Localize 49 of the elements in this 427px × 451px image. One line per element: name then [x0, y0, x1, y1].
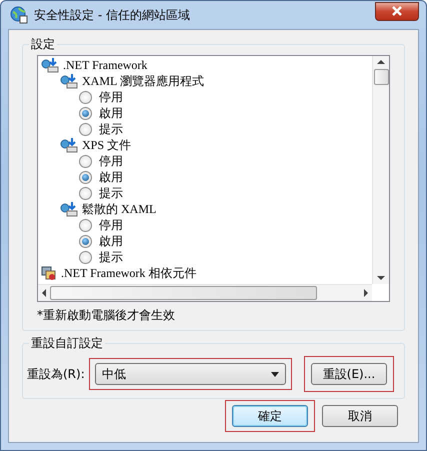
scroll-up-icon[interactable]: [377, 59, 385, 65]
radio-label[interactable]: 啟用: [99, 104, 123, 122]
radio-button[interactable]: [79, 170, 92, 184]
radio-label[interactable]: 停用: [99, 152, 123, 170]
close-icon: [391, 6, 403, 16]
radio-button[interactable]: [79, 154, 92, 168]
radio-button[interactable]: [79, 122, 92, 136]
dialog-button[interactable]: 確定: [232, 405, 308, 427]
scroll-left-icon[interactable]: [41, 289, 47, 297]
group-label: 重設自訂設定: [30, 335, 104, 352]
radio-button[interactable]: [79, 250, 92, 264]
radio-label[interactable]: 停用: [99, 88, 123, 106]
tree-item[interactable]: .NET Framework 相依元件: [61, 264, 196, 282]
settings-node-icon: [60, 73, 78, 89]
restart-note: *重新啟動電腦後才會生效: [37, 307, 176, 324]
group-label: 設定: [30, 36, 56, 53]
close-button[interactable]: [375, 2, 419, 20]
radio-label[interactable]: 提示: [99, 120, 123, 138]
globe-icon: [10, 6, 28, 24]
scroll-down-icon[interactable]: [377, 275, 385, 281]
radio-label[interactable]: 停用: [99, 216, 123, 234]
window-title: 安全性設定 - 信任的網站區域: [34, 6, 191, 24]
radio-label[interactable]: 啟用: [99, 232, 123, 250]
radio-button[interactable]: [79, 186, 92, 200]
scroll-right-icon[interactable]: [363, 289, 369, 297]
radio-label[interactable]: 啟用: [99, 168, 123, 186]
radio-button[interactable]: [79, 218, 92, 232]
reset-to-label: 重設為(R):: [27, 366, 85, 382]
radio-label[interactable]: 提示: [99, 248, 123, 266]
dialog-button[interactable]: 取消: [322, 405, 398, 427]
radio-button[interactable]: [79, 90, 92, 104]
dropdown-arrow-icon: [270, 372, 279, 376]
level-dropdown[interactable]: 中低: [94, 363, 286, 385]
settings-node-icon: [60, 201, 78, 217]
scrollbar-thumb[interactable]: [50, 286, 317, 300]
settings-node-icon: [60, 137, 78, 153]
components-icon: [41, 265, 57, 281]
tree-item[interactable]: .NET Framework: [63, 58, 148, 72]
radio-button[interactable]: [79, 234, 92, 248]
radio-label[interactable]: 提示: [99, 184, 123, 202]
radio-button[interactable]: [79, 106, 92, 120]
vertical-scrollbar[interactable]: [372, 56, 389, 284]
tree-item[interactable]: XAML 瀏覽器應用程式: [82, 72, 204, 90]
tree-item[interactable]: XPS 文件: [82, 136, 132, 154]
scrollbar-thumb[interactable]: [374, 69, 388, 85]
reset-button[interactable]: 重設(E)...: [311, 363, 387, 385]
tree-item[interactable]: 鬆散的 XAML: [82, 200, 156, 218]
settings-node-icon: [41, 57, 59, 73]
horizontal-scrollbar[interactable]: [38, 284, 372, 301]
